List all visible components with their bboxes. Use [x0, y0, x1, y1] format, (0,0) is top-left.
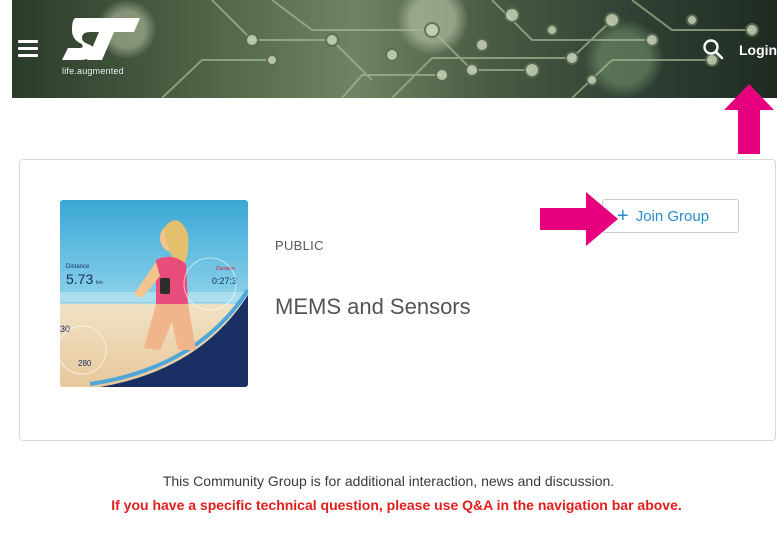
- calories-value: 280: [78, 359, 92, 368]
- distance-value: 5.73: [66, 271, 93, 287]
- header-banner: life.augmented Login: [12, 0, 777, 98]
- group-visibility-label: PUBLIC: [275, 238, 324, 253]
- join-group-button[interactable]: + Join Group: [602, 199, 739, 233]
- distance-label: Distance: [66, 264, 90, 270]
- plus-icon: +: [617, 205, 629, 227]
- annotation-arrow-up: [724, 84, 774, 154]
- login-link[interactable]: Login: [739, 42, 777, 58]
- search-icon[interactable]: [702, 38, 724, 60]
- hamburger-menu-icon[interactable]: [18, 40, 38, 57]
- group-title: MEMS and Sensors: [275, 294, 471, 319]
- annotation-arrow-right: [540, 192, 618, 246]
- brand-tagline: life.augmented: [62, 66, 124, 76]
- duration-value: 0:27:3: [212, 276, 237, 286]
- join-group-label: Join Group: [635, 207, 710, 225]
- distance-unit: km: [96, 280, 103, 286]
- group-image: Distance 5.73 km Duration 0:27:3 30 280: [60, 200, 248, 387]
- st-logo[interactable]: [62, 14, 142, 64]
- group-description: This Community Group is for additional i…: [162, 473, 615, 489]
- technical-question-notice: If you have a specific technical questio…: [111, 497, 682, 513]
